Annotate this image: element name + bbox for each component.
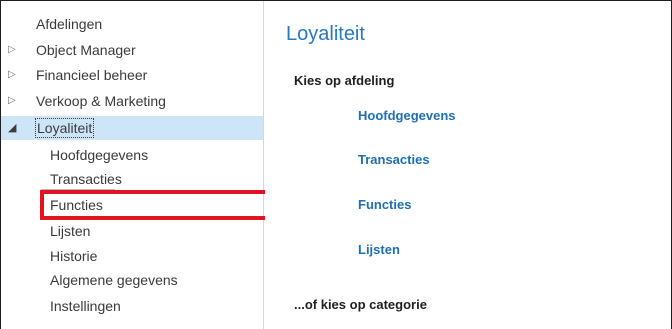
nav-item-label: Verkoop & Marketing <box>36 93 166 109</box>
nav-item-verkoop-marketing[interactable]: ▷ Verkoop & Marketing <box>1 89 263 113</box>
navigation-pane: Afdelingen ▷ Object Manager ▷ Financieel… <box>1 1 264 329</box>
nav-item-label: Lijsten <box>50 223 91 239</box>
nav-subitem-algemene-gegevens[interactable]: Algemene gegevens <box>1 268 263 292</box>
nav-item-label: Loyaliteit <box>34 118 95 138</box>
expand-arrow-icon[interactable]: ▷ <box>8 63 18 87</box>
nav-item-afdelingen[interactable]: Afdelingen <box>1 12 263 36</box>
link-hoofdgegevens[interactable]: Hoofdgegevens <box>358 108 456 123</box>
nav-item-label: Functies <box>50 197 103 213</box>
window: Afdelingen ▷ Object Manager ▷ Financieel… <box>0 0 672 329</box>
content-pane: Loyaliteit Kies op afdeling Hoofdgegeven… <box>265 1 671 329</box>
nav-subitem-hoofdgegevens[interactable]: Hoofdgegevens <box>1 143 263 167</box>
nav-item-label: Historie <box>50 248 98 264</box>
link-transacties[interactable]: Transacties <box>358 152 430 167</box>
scroll-edge-line <box>41 189 115 190</box>
nav-item-label: Object Manager <box>36 42 136 58</box>
nav-item-object-manager[interactable]: ▷ Object Manager <box>1 38 263 62</box>
expand-arrow-icon[interactable]: ▷ <box>8 38 18 62</box>
page-title: Loyaliteit <box>286 23 365 45</box>
collapse-arrow-icon[interactable]: ◢ <box>8 116 18 140</box>
nav-subitem-transacties[interactable]: Transacties <box>1 167 263 191</box>
nav-item-label: Afdelingen <box>36 16 103 32</box>
nav-item-financieel-beheer[interactable]: ▷ Financieel beheer <box>1 63 263 87</box>
nav-item-label: Transacties <box>50 171 122 187</box>
category-heading: ...of kies op categorie <box>294 297 427 312</box>
nav-item-label: Financieel beheer <box>36 67 148 83</box>
nav-subitem-instellingen[interactable]: Instellingen <box>1 294 263 318</box>
nav-subitem-lijsten[interactable]: Lijsten <box>1 219 263 243</box>
link-functies[interactable]: Functies <box>358 197 411 212</box>
department-heading: Kies op afdeling <box>294 73 395 88</box>
nav-item-loyaliteit[interactable]: ◢ Loyaliteit <box>1 116 263 140</box>
nav-subitem-functies[interactable]: Functies <box>1 193 263 217</box>
expand-arrow-icon[interactable]: ▷ <box>8 89 18 113</box>
link-lijsten[interactable]: Lijsten <box>358 242 400 257</box>
nav-item-label: Hoofdgegevens <box>50 147 149 163</box>
nav-subitem-historie[interactable]: Historie <box>1 244 263 268</box>
nav-item-label: Instellingen <box>50 298 121 314</box>
nav-item-label: Algemene gegevens <box>50 272 178 288</box>
